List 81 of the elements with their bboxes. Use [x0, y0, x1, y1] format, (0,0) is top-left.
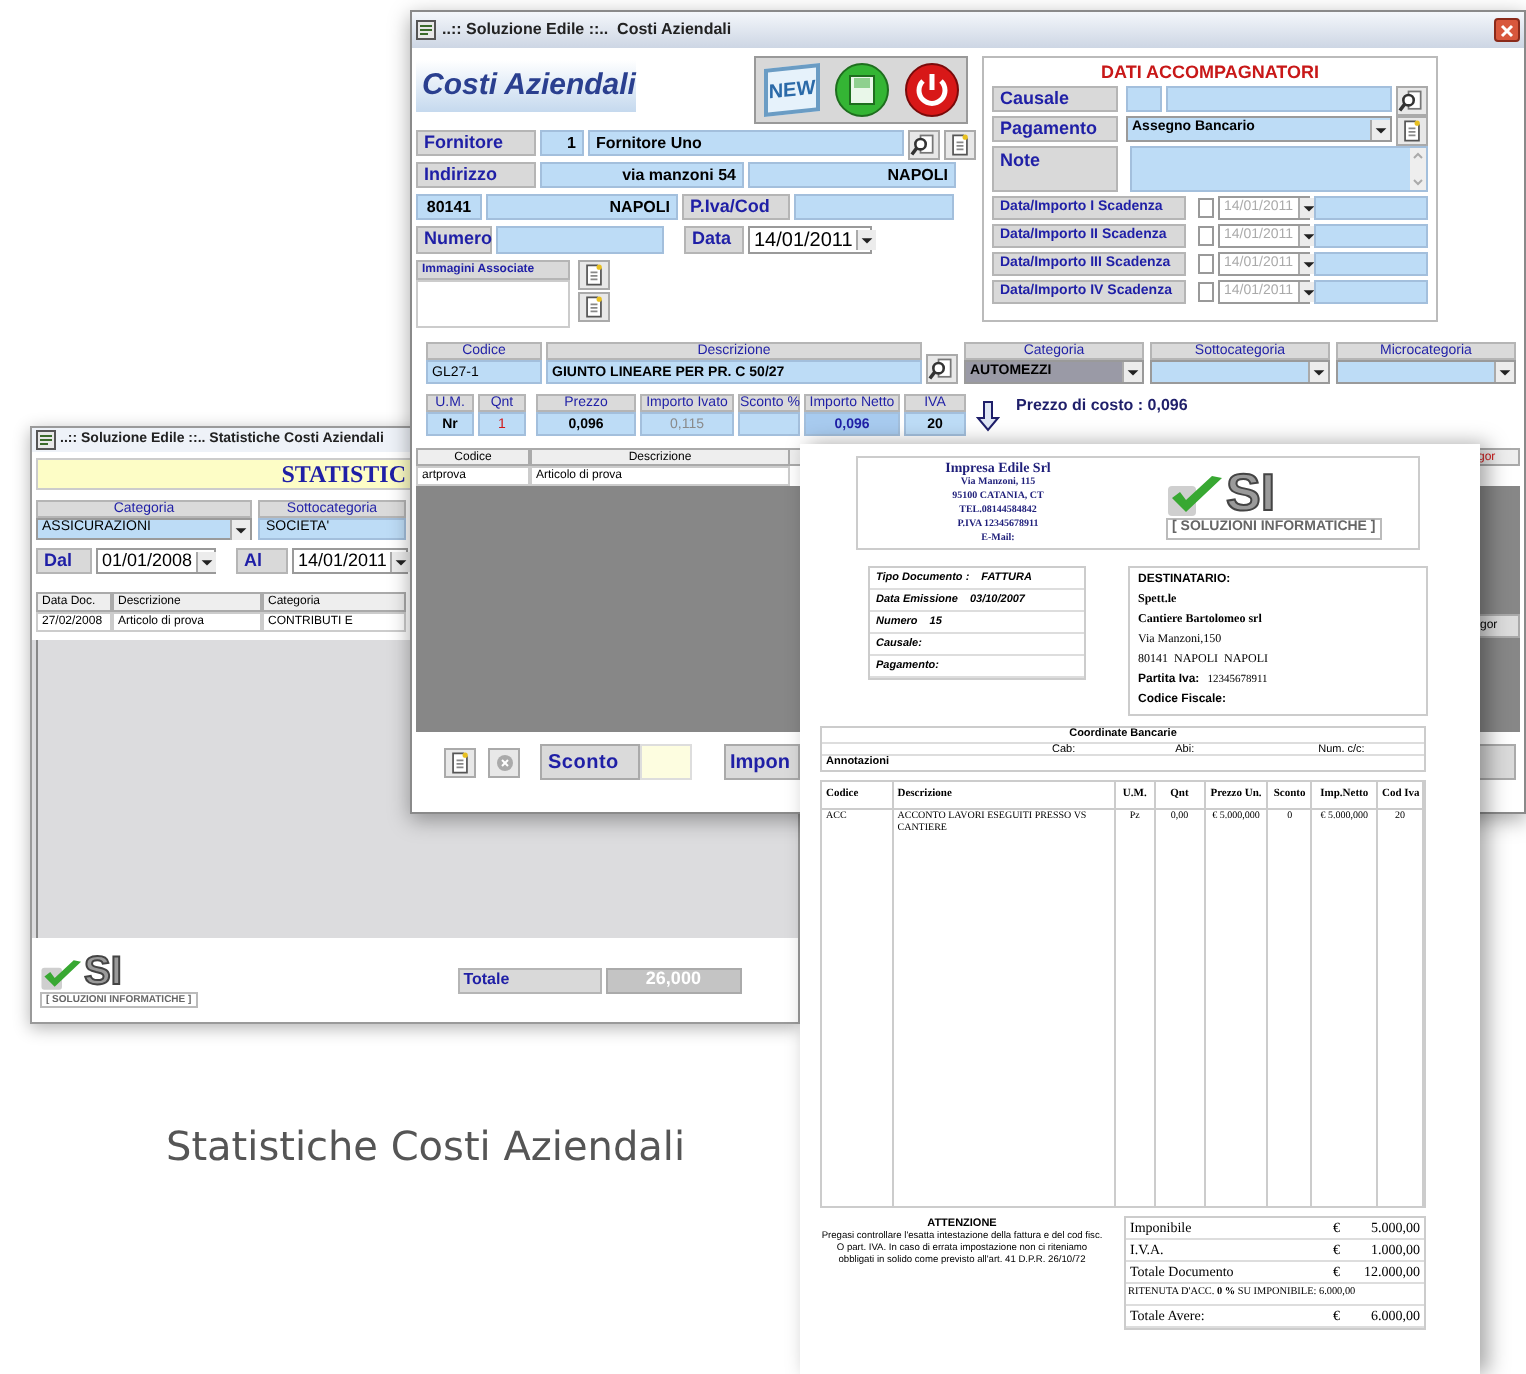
image-remove-icon[interactable] [578, 292, 610, 322]
image-add-icon[interactable] [578, 260, 610, 290]
banner-title: STATISTIC [281, 458, 406, 492]
text-field[interactable]: 80141 [416, 194, 482, 220]
logo-text: SI [84, 951, 122, 992]
search-icon[interactable] [1396, 86, 1428, 116]
text-field[interactable] [1166, 86, 1392, 112]
date-dropdown[interactable]: 14/01/2011 [748, 226, 872, 254]
checkbox[interactable] [1197, 198, 1214, 218]
cost-price: Prezzo di costo : 0,096 [1016, 394, 1188, 418]
check-mark-icon [1166, 474, 1226, 519]
caret-icon [1494, 362, 1514, 382]
caret-icon [1122, 362, 1142, 382]
text-field[interactable]: Fornitore Uno [588, 130, 904, 156]
window-title: ..:: Soluzione Edile ::.. Costi Aziendali [442, 18, 732, 42]
panel-title: DATI ACCOMPAGNATORI [1099, 60, 1321, 86]
caret-icon [390, 551, 411, 571]
field-label: Data [684, 226, 744, 254]
discount-field[interactable] [640, 744, 692, 780]
field-label: Indirizzo [416, 162, 536, 188]
caret-icon [1297, 282, 1318, 302]
down-arrow-icon [976, 400, 1000, 432]
close-button[interactable] [1494, 18, 1520, 42]
new-document-icon[interactable] [444, 747, 476, 777]
caret-icon [1297, 226, 1318, 246]
search-icon[interactable] [908, 130, 940, 160]
field-label: Note [992, 146, 1118, 192]
field-label: Causale [992, 86, 1118, 112]
text-field[interactable] [1126, 86, 1162, 112]
checkbox[interactable] [1197, 254, 1214, 274]
subcategory-dropdown[interactable] [1150, 360, 1330, 384]
app-icon [416, 20, 436, 40]
check-mark-icon [40, 957, 84, 992]
text-field[interactable] [496, 226, 664, 254]
field-label: Sconto [540, 744, 640, 780]
text-field[interactable] [1314, 280, 1428, 304]
checkbox[interactable] [1197, 282, 1214, 302]
app-logo: Costi Aziendali [416, 60, 636, 112]
field-label: Dal [36, 548, 92, 574]
power-button[interactable] [903, 62, 959, 118]
caret-icon [1308, 362, 1328, 382]
subcategory-dropdown[interactable] [1336, 360, 1516, 384]
text-field[interactable]: 1 [540, 130, 584, 156]
cancel-icon [495, 753, 513, 771]
checkbox[interactable] [1197, 226, 1214, 246]
caret-icon [230, 519, 250, 539]
caret-icon [1297, 254, 1318, 274]
document-icon[interactable] [944, 130, 976, 160]
search-icon[interactable] [926, 354, 958, 384]
text-field[interactable]: via manzoni 54 [540, 162, 744, 188]
field-label: Al [236, 548, 288, 574]
logo-text: SI [1226, 466, 1276, 519]
notes-field[interactable] [1129, 146, 1428, 192]
text-field[interactable] [738, 412, 800, 436]
scrollbar[interactable] [1410, 148, 1426, 190]
date-dropdown[interactable]: 01/01/2008 [96, 548, 216, 574]
text-field[interactable] [1314, 196, 1428, 220]
caret-icon [1370, 119, 1390, 139]
text-field[interactable] [1476, 744, 1516, 780]
text-field[interactable]: NAPOLI [486, 194, 678, 220]
caret-icon [196, 551, 217, 571]
field-label: P.Iva/Cod [682, 194, 790, 220]
caret-icon [856, 230, 877, 250]
caption: Statistiche Costi Aziendali [166, 1120, 686, 1174]
caret-icon [1297, 198, 1318, 218]
text-field[interactable]: NAPOLI [748, 162, 956, 188]
field-label: Numero [416, 226, 492, 254]
save-button[interactable] [833, 62, 889, 118]
date-dropdown[interactable]: 14/01/2011 [292, 548, 408, 574]
new-button[interactable]: NEW [763, 63, 819, 117]
field-label: Pagamento [992, 116, 1118, 142]
document-icon[interactable] [1396, 116, 1428, 146]
text-field[interactable] [794, 194, 954, 220]
delete-button[interactable] [488, 747, 520, 777]
text-field[interactable] [1314, 224, 1428, 248]
field-label: Fornitore [416, 130, 536, 156]
text-field[interactable] [1314, 252, 1428, 276]
total-field: 26,000 [605, 967, 742, 993]
field-label: Totale [457, 967, 602, 993]
field-label: Impon [724, 744, 800, 780]
close-icon [1500, 23, 1514, 37]
